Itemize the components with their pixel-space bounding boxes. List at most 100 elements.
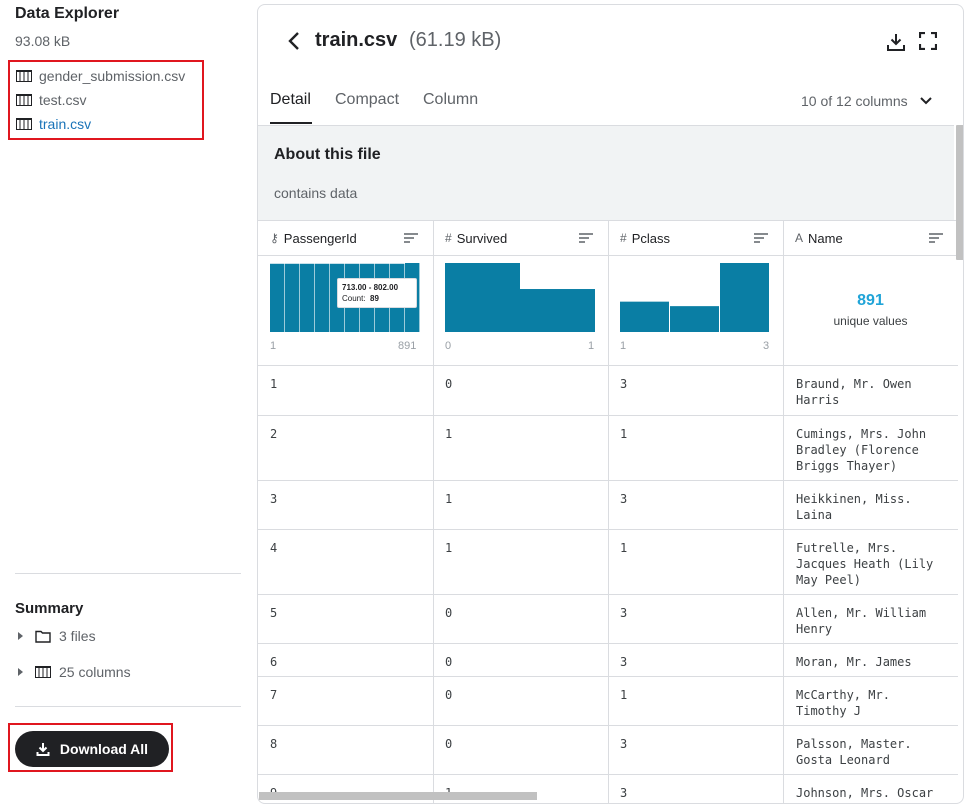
caret-right-icon	[18, 668, 23, 676]
histogram-bar[interactable]	[300, 263, 315, 332]
sort-icon[interactable]	[753, 232, 769, 244]
table-row[interactable]: 3 1 3 Heikkinen, Miss. Laina	[258, 480, 958, 529]
histogram-bar[interactable]	[270, 263, 285, 332]
table-row[interactable]: 1 0 3 Braund, Mr. Owen Harris	[258, 365, 958, 415]
summary-files-label: 3 files	[59, 628, 96, 644]
histogram-bar[interactable]	[315, 263, 330, 332]
dataset-size: 93.08 kB	[15, 33, 71, 49]
table-row[interactable]: 8 0 3 Palsson, Master. Gosta Leonard	[258, 725, 958, 774]
tab-detail[interactable]: Detail	[270, 91, 311, 109]
histogram-survived[interactable]	[445, 263, 595, 332]
cell-pclass: 3	[620, 492, 628, 506]
columns-icon	[16, 70, 32, 82]
columns-icon	[16, 94, 32, 106]
columns-selector[interactable]: 10 of 12 columns	[801, 93, 932, 109]
sort-icon[interactable]	[578, 232, 594, 244]
histogram-bar[interactable]	[670, 306, 719, 332]
summary-columns-label: 25 columns	[59, 664, 131, 680]
column-header-name[interactable]: A Name	[783, 220, 958, 256]
column-name: PassengerId	[283, 230, 357, 246]
cell-pclass: 1	[620, 541, 628, 555]
cell-name: Palsson, Master. Gosta Leonard	[796, 737, 912, 767]
horizontal-scrollbar[interactable]	[259, 792, 537, 800]
table-row[interactable]: 5 0 3 Allen, Mr. William Henry	[258, 594, 958, 643]
download-all-button[interactable]: Download All	[15, 731, 169, 767]
histogram-pclass[interactable]	[620, 263, 770, 332]
table-row[interactable]: 6 0 3 Moran, Mr. James	[258, 643, 958, 676]
histogram-bar[interactable]	[720, 263, 769, 332]
file-preview-panel: train.csv (61.19 kB) Detail Compact Colu…	[257, 4, 964, 804]
unique-label: unique values	[833, 314, 908, 328]
cell-passengerid: 8	[270, 737, 278, 751]
sort-icon[interactable]	[403, 232, 419, 244]
tab-column[interactable]: Column	[423, 91, 478, 109]
cell-pclass: 3	[620, 606, 628, 620]
folder-icon	[35, 630, 51, 643]
cell-pclass: 3	[620, 655, 628, 669]
hash-icon: #	[620, 231, 627, 245]
active-tab-indicator	[270, 122, 312, 124]
column-name: Survived	[456, 230, 508, 246]
download-icon[interactable]	[886, 32, 906, 52]
hist-min-label: 1	[620, 340, 627, 352]
column-header-pclass[interactable]: # Pclass	[608, 220, 783, 256]
chevron-down-icon	[919, 97, 932, 105]
columns-selector-label: 10 of 12 columns	[801, 93, 908, 109]
file-label: train.csv	[39, 116, 92, 132]
string-icon: A	[795, 231, 804, 245]
cell-passengerid: 6	[270, 655, 278, 669]
about-file-section: About this file contains data	[258, 125, 954, 220]
download-all-label: Download All	[59, 741, 149, 757]
table-row[interactable]: 2 1 1 Cumings, Mrs. John Bradley (Florence …	[258, 415, 958, 480]
download-icon	[36, 743, 50, 756]
cell-name: Johnson, Mrs. Oscar	[796, 786, 934, 800]
cell-pclass: 3	[620, 377, 628, 391]
fullscreen-icon[interactable]	[919, 32, 937, 50]
vertical-scrollbar[interactable]	[956, 125, 963, 260]
columns-icon	[35, 666, 51, 678]
sidebar-divider	[15, 573, 241, 574]
cell-pclass: 1	[620, 688, 628, 702]
sidebar-divider	[15, 706, 241, 707]
hash-icon: #	[445, 231, 452, 245]
table-row[interactable]: 7 0 1 McCarthy, Mr. Timothy J	[258, 676, 958, 725]
histogram-bar[interactable]	[520, 289, 595, 332]
cell-survived: 0	[445, 688, 453, 702]
data-explorer-sidebar: Data Explorer 93.08 kB gender_submission…	[0, 0, 250, 808]
cell-passengerid: 2	[270, 427, 278, 441]
about-description: contains data	[274, 185, 358, 201]
sort-icon[interactable]	[928, 232, 944, 244]
summary-files[interactable]: 3 files	[18, 626, 96, 646]
histogram-tooltip: 713.00 - 802.00 Count: 89	[337, 278, 417, 308]
tooltip-range: 713.00 - 802.00	[342, 283, 399, 292]
histogram-bar[interactable]	[445, 263, 520, 332]
unique-count: 891	[857, 292, 884, 309]
histogram-bar[interactable]	[285, 263, 300, 332]
column-header-survived[interactable]: # Survived	[433, 220, 608, 256]
cell-survived: 0	[445, 377, 453, 391]
file-item-gender-submission[interactable]: gender_submission.csv	[16, 66, 185, 86]
cell-passengerid: 1	[270, 377, 278, 391]
key-icon: ⚷	[270, 231, 279, 245]
summary-columns[interactable]: 25 columns	[18, 662, 131, 682]
sidebar-title: Data Explorer	[15, 5, 120, 22]
file-item-train[interactable]: train.csv	[16, 114, 91, 134]
column-header-passengerid[interactable]: ⚷ PassengerId	[258, 220, 433, 256]
file-item-test[interactable]: test.csv	[16, 90, 86, 110]
cell-pclass: 3	[620, 737, 628, 751]
cell-survived: 0	[445, 606, 453, 620]
cell-name: McCarthy, Mr. Timothy J	[796, 688, 890, 718]
cell-name: Heikkinen, Miss. Laina	[796, 492, 912, 522]
back-arrow-icon[interactable]	[284, 29, 304, 53]
table-row[interactable]: 4 1 1 Futrelle, Mrs. Jacques Heath (Lily Ma…	[258, 529, 958, 594]
histogram-bar[interactable]	[620, 301, 669, 332]
cell-passengerid: 3	[270, 492, 278, 506]
columns-icon	[16, 118, 32, 130]
cell-name: Allen, Mr. William Henry	[796, 606, 927, 636]
cell-name: Futrelle, Mrs. Jacques Heath (Lily May P…	[796, 541, 934, 587]
tab-compact[interactable]: Compact	[335, 91, 399, 109]
cell-survived: 1	[445, 492, 453, 506]
cell-survived: 0	[445, 655, 453, 669]
file-label: gender_submission.csv	[39, 68, 186, 84]
file-label: test.csv	[39, 92, 87, 108]
